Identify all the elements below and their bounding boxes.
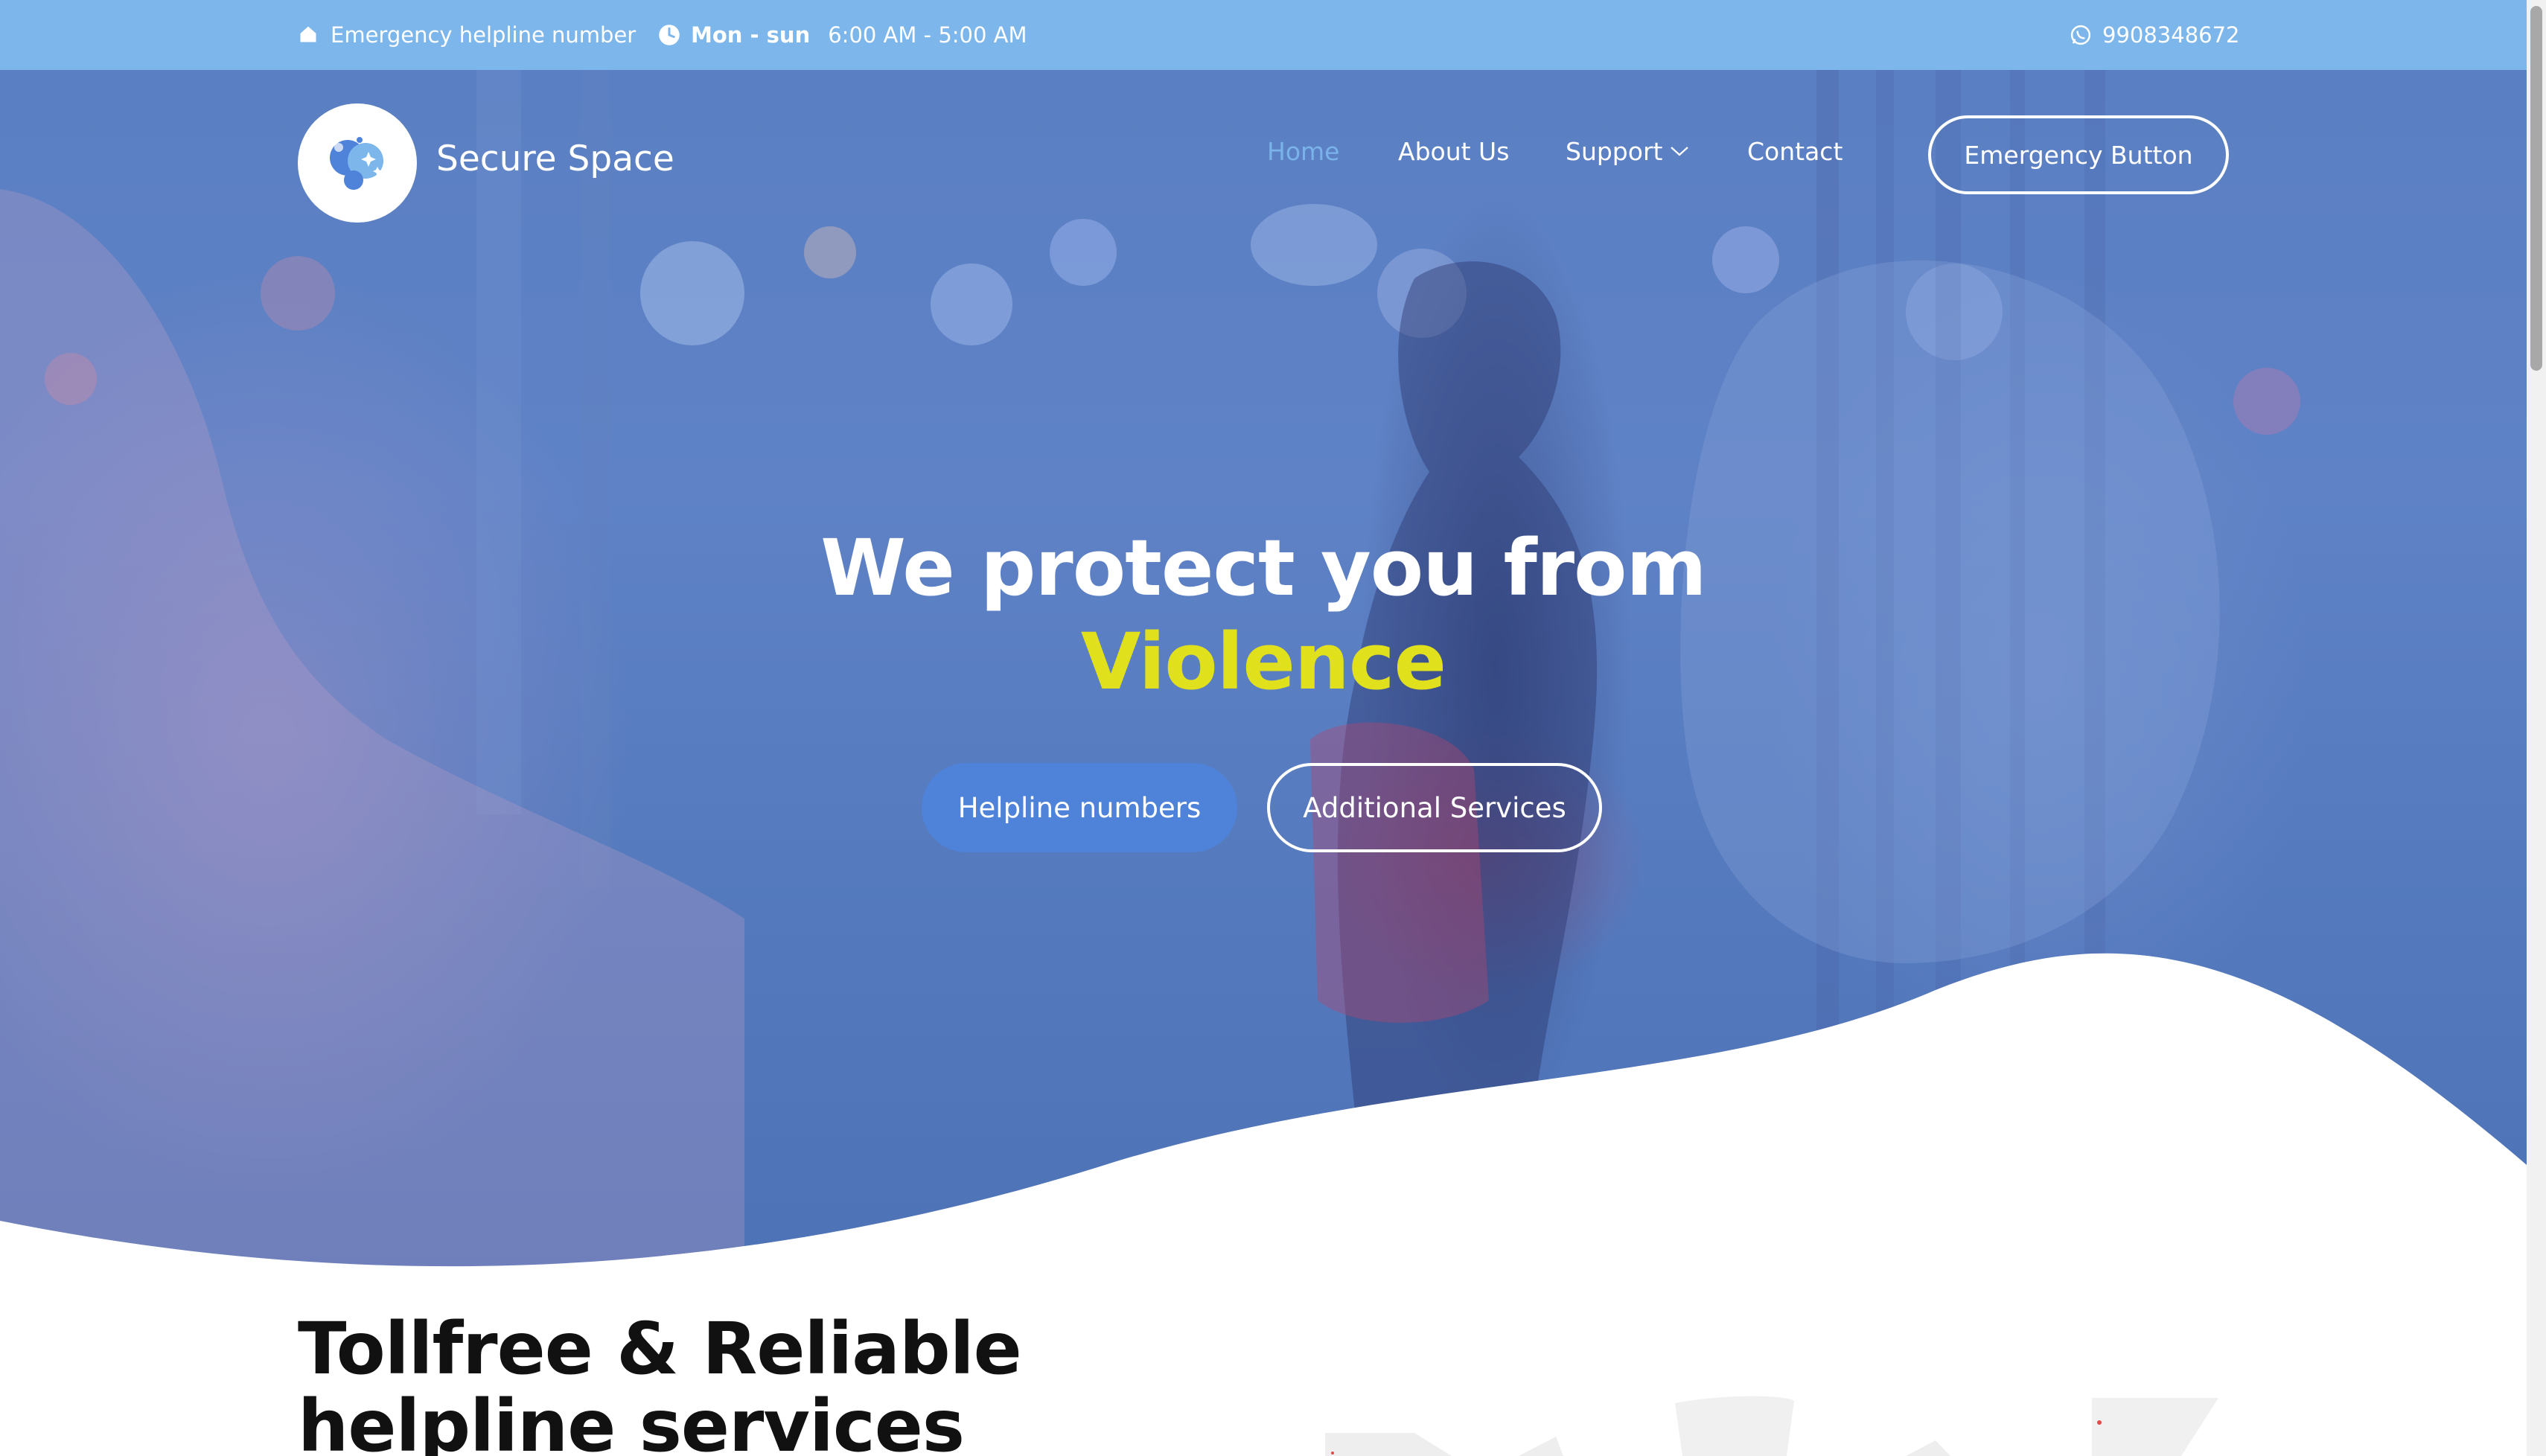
hero-headline-line1: We protect you from [820, 523, 1707, 613]
section-title-line2: helpline services [298, 1385, 965, 1456]
additional-services-button[interactable]: Additional Services [1267, 763, 1602, 852]
scrollbar-thumb[interactable] [2530, 6, 2542, 371]
section-title: Tollfree & Reliable helpline services [298, 1310, 1191, 1456]
brand-logo[interactable] [298, 103, 417, 223]
brand-name[interactable]: Secure Space [436, 138, 674, 179]
nav-home[interactable]: Home [1267, 131, 1339, 171]
nav-contact[interactable]: Contact [1747, 131, 1842, 171]
hero-headline-accent: Violence [1080, 616, 1446, 707]
nav-support[interactable]: Support [1566, 131, 1689, 171]
nav-support-label: Support [1566, 136, 1663, 166]
helpline-numbers-button[interactable]: Helpline numbers [922, 763, 1237, 852]
logo-bubbles-icon [330, 137, 383, 190]
chevron-down-icon [1671, 147, 1689, 156]
hero-headline: We protect you from Violence [0, 521, 2527, 709]
page-scrollbar[interactable] [2527, 0, 2546, 1456]
emergency-button[interactable]: Emergency Button [1928, 115, 2229, 194]
section-title-line1: Tollfree & Reliable [298, 1307, 1022, 1390]
nav-about-us[interactable]: About Us [1398, 131, 1509, 171]
